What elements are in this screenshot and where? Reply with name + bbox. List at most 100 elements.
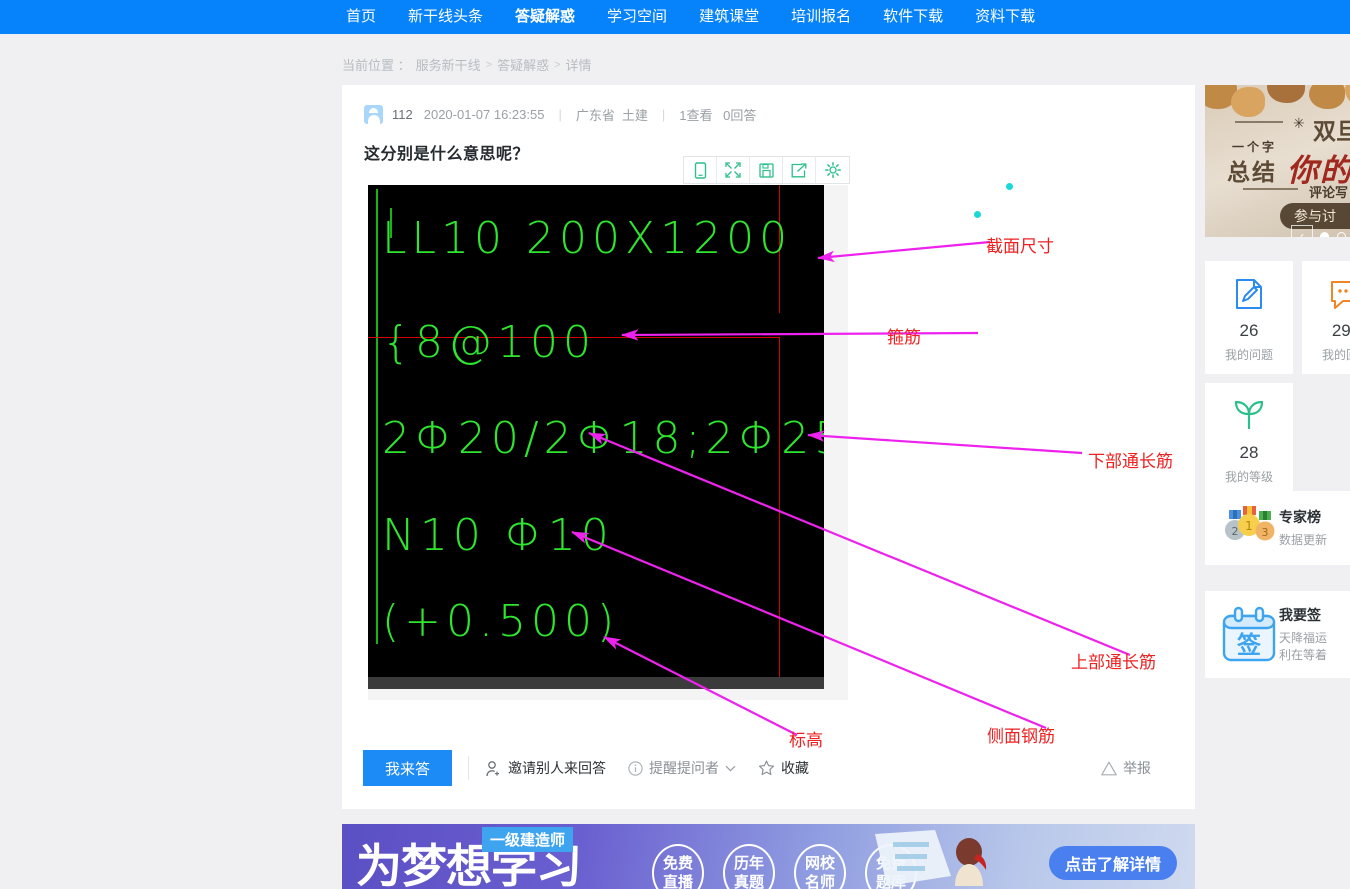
save-icon[interactable] [750, 157, 783, 183]
action-divider [468, 756, 469, 780]
bubble-1-line2: 直播 [662, 874, 693, 889]
post-user-id: 112 [392, 107, 413, 122]
fullscreen-icon[interactable] [717, 157, 750, 183]
stat-value-my-questions: 26 [1239, 320, 1259, 340]
breadcrumb-item-detail: 详情 [565, 58, 592, 73]
bottom-ad-bubble-3: 网校 名师 [794, 844, 846, 889]
mobile-view-icon[interactable] [684, 157, 717, 183]
annotation-label-top-rebar: 上部通长筋 [1071, 653, 1156, 672]
post-view-count: 1查看 [679, 108, 713, 123]
banner-dot-1[interactable] [1320, 232, 1329, 237]
image-toolbar [683, 156, 850, 184]
annotation-label-elevation: 标高 [789, 731, 823, 750]
post-answer-count: 0回答 [723, 108, 757, 123]
comment-bubble-icon [1329, 273, 1350, 315]
expert-ranking-panel[interactable]: 2 1 3 专家榜 数据更新 [1205, 491, 1350, 565]
svg-text:3: 3 [1262, 526, 1269, 539]
share-icon[interactable] [783, 157, 816, 183]
nav-item-materials[interactable]: 资料下载 [959, 0, 1051, 34]
bubble-3-line1: 网校 [804, 855, 835, 872]
cad-line-elevation: (+0.500) [382, 596, 620, 647]
edit-note-icon [1232, 273, 1266, 315]
annotation-label-section-size: 截面尺寸 [986, 237, 1054, 256]
invite-answer-button[interactable]: 邀请别人来回答 [485, 758, 606, 778]
medals-icon: 2 1 3 [1219, 505, 1279, 551]
teal-dot-1 [1006, 183, 1013, 190]
chevron-down-icon [725, 765, 736, 772]
post-stats: 1查看 0回答 [679, 105, 763, 124]
right-sidebar: ✳ 双旦 一个字 总结 你的 评论写 参与讨 ‹ 26 我的问题 292 我的回… [1205, 85, 1350, 678]
sign-in-sub: 天降福运 利在等着 [1279, 630, 1327, 664]
person-add-icon [486, 760, 499, 776]
breadcrumb-item-qa[interactable]: 答疑解惑 [497, 55, 549, 74]
annotation-label-bottom-rebar: 下部通长筋 [1088, 452, 1173, 471]
top-navigation-bar: 首页 新干线头条 答疑解惑 学习空间 建筑课堂 培训报名 软件下载 资料下载 [0, 0, 1350, 34]
settings-gear-icon[interactable] [816, 157, 849, 183]
post-meta-row: 112 2020-01-07 16:23:55 | 广东省 土建 | 1查看 0… [364, 105, 763, 124]
cad-line-stirrup: {8@100 [382, 317, 596, 368]
cad-line-side-rebar: N10 Φ10 [382, 510, 614, 561]
annotation-label-stirrup: 箍筋 [887, 328, 921, 347]
stat-card-my-answers[interactable]: 292 我的回答 [1302, 261, 1350, 374]
bottom-ad-bubble-1: 免费 直播 [652, 844, 704, 889]
post-timestamp: 2020-01-07 16:23:55 [423, 107, 545, 122]
banner-dots [1320, 232, 1346, 237]
sign-in-panel[interactable]: 签 我要签 天降福运 利在等着 [1205, 591, 1350, 678]
post-category: 土建 [621, 108, 648, 123]
question-image-frame[interactable]: LL10 200X1200 {8@100 2Φ20/2Φ18;2Φ25 N10 … [368, 185, 848, 700]
bottom-ad-bubble-2: 历年 真题 [723, 844, 775, 889]
bottom-ad-cta-button[interactable]: 点击了解详情 [1049, 846, 1177, 880]
annotation-label-side-rebar: 侧面钢筋 [987, 727, 1055, 746]
meta-divider-2: | [661, 107, 666, 122]
cad-drawing-canvas: LL10 200X1200 {8@100 2Φ20/2Φ18;2Φ25 N10 … [368, 185, 824, 689]
banner-dot-2[interactable] [1337, 232, 1346, 237]
banner-prev-arrow-icon[interactable]: ‹ [1291, 225, 1313, 237]
stat-label-my-questions: 我的问题 [1224, 347, 1273, 362]
nav-item-classroom[interactable]: 建筑课堂 [683, 0, 775, 34]
info-circle-icon [628, 760, 643, 776]
answer-button[interactable]: 我来答 [363, 750, 452, 786]
nav-item-home[interactable]: 首页 [330, 0, 392, 34]
bottom-ad-illustration [875, 830, 987, 886]
stat-value-my-answers: 292 [1331, 320, 1350, 340]
svg-text:签: 签 [1236, 631, 1262, 659]
breadcrumb-item-site[interactable]: 服务新干线 [416, 55, 481, 74]
breadcrumb-prefix: 当前位置 ： [342, 58, 411, 73]
bubble-2-line2: 真题 [733, 874, 764, 889]
remind-asker-button[interactable]: 提醒提问者 [628, 758, 736, 778]
warning-triangle-icon [1101, 761, 1117, 775]
expert-ranking-title: 专家榜 [1279, 509, 1321, 525]
sign-in-text: 我要签 天降福运 利在等着 [1279, 605, 1327, 664]
breadcrumb: 当前位置 ： 服务新干线 > 答疑解惑 > 详情 [342, 55, 592, 74]
banner-comment-text: 评论写 [1309, 185, 1349, 200]
banner-large-text: 总结 [1227, 159, 1277, 185]
report-button[interactable]: 举报 [1101, 750, 1151, 786]
favorite-label: 收藏 [781, 760, 809, 776]
nav-item-headlines[interactable]: 新干线头条 [392, 0, 499, 34]
cad-line-beam-label: LL10 200X1200 [382, 213, 793, 264]
favorite-button[interactable]: 收藏 [758, 758, 809, 778]
cad-vertical-line-left [376, 189, 378, 644]
stat-card-my-questions[interactable]: 26 我的问题 [1205, 261, 1293, 374]
nav-item-qa[interactable]: 答疑解惑 [499, 0, 591, 34]
nav-item-software[interactable]: 软件下载 [867, 0, 959, 34]
nav-item-study-space[interactable]: 学习空间 [591, 0, 683, 34]
invite-answer-label: 邀请别人来回答 [508, 760, 606, 776]
bubble-1-line1: 免费 [662, 855, 693, 872]
nav-item-training[interactable]: 培训报名 [775, 0, 867, 34]
stat-label-my-answers: 我的回答 [1321, 347, 1350, 362]
bottom-promo-banner[interactable]: 为梦想学习 一级建造师 免费 直播 历年 真题 网校 名师 免费 题库 点击了解… [342, 824, 1195, 889]
teal-dot-2 [974, 211, 981, 218]
cad-bottom-bar [368, 677, 824, 689]
avatar[interactable] [364, 105, 383, 124]
sign-in-title: 我要签 [1279, 607, 1321, 623]
svg-text:1: 1 [1245, 519, 1253, 533]
expert-ranking-text: 专家榜 数据更新 [1279, 507, 1327, 549]
breadcrumb-separator-1: > [485, 58, 493, 71]
sidebar-promo-banner[interactable]: ✳ 双旦 一个字 总结 你的 评论写 参与讨 ‹ [1205, 85, 1350, 237]
page-title: 这分别是什么意思呢？ [364, 146, 530, 163]
stat-value-my-level: 28 [1239, 442, 1259, 462]
banner-top-text: 双旦 [1313, 118, 1350, 144]
report-label: 举报 [1123, 760, 1151, 776]
stat-card-my-level[interactable]: 28 我的等级 [1205, 383, 1293, 496]
